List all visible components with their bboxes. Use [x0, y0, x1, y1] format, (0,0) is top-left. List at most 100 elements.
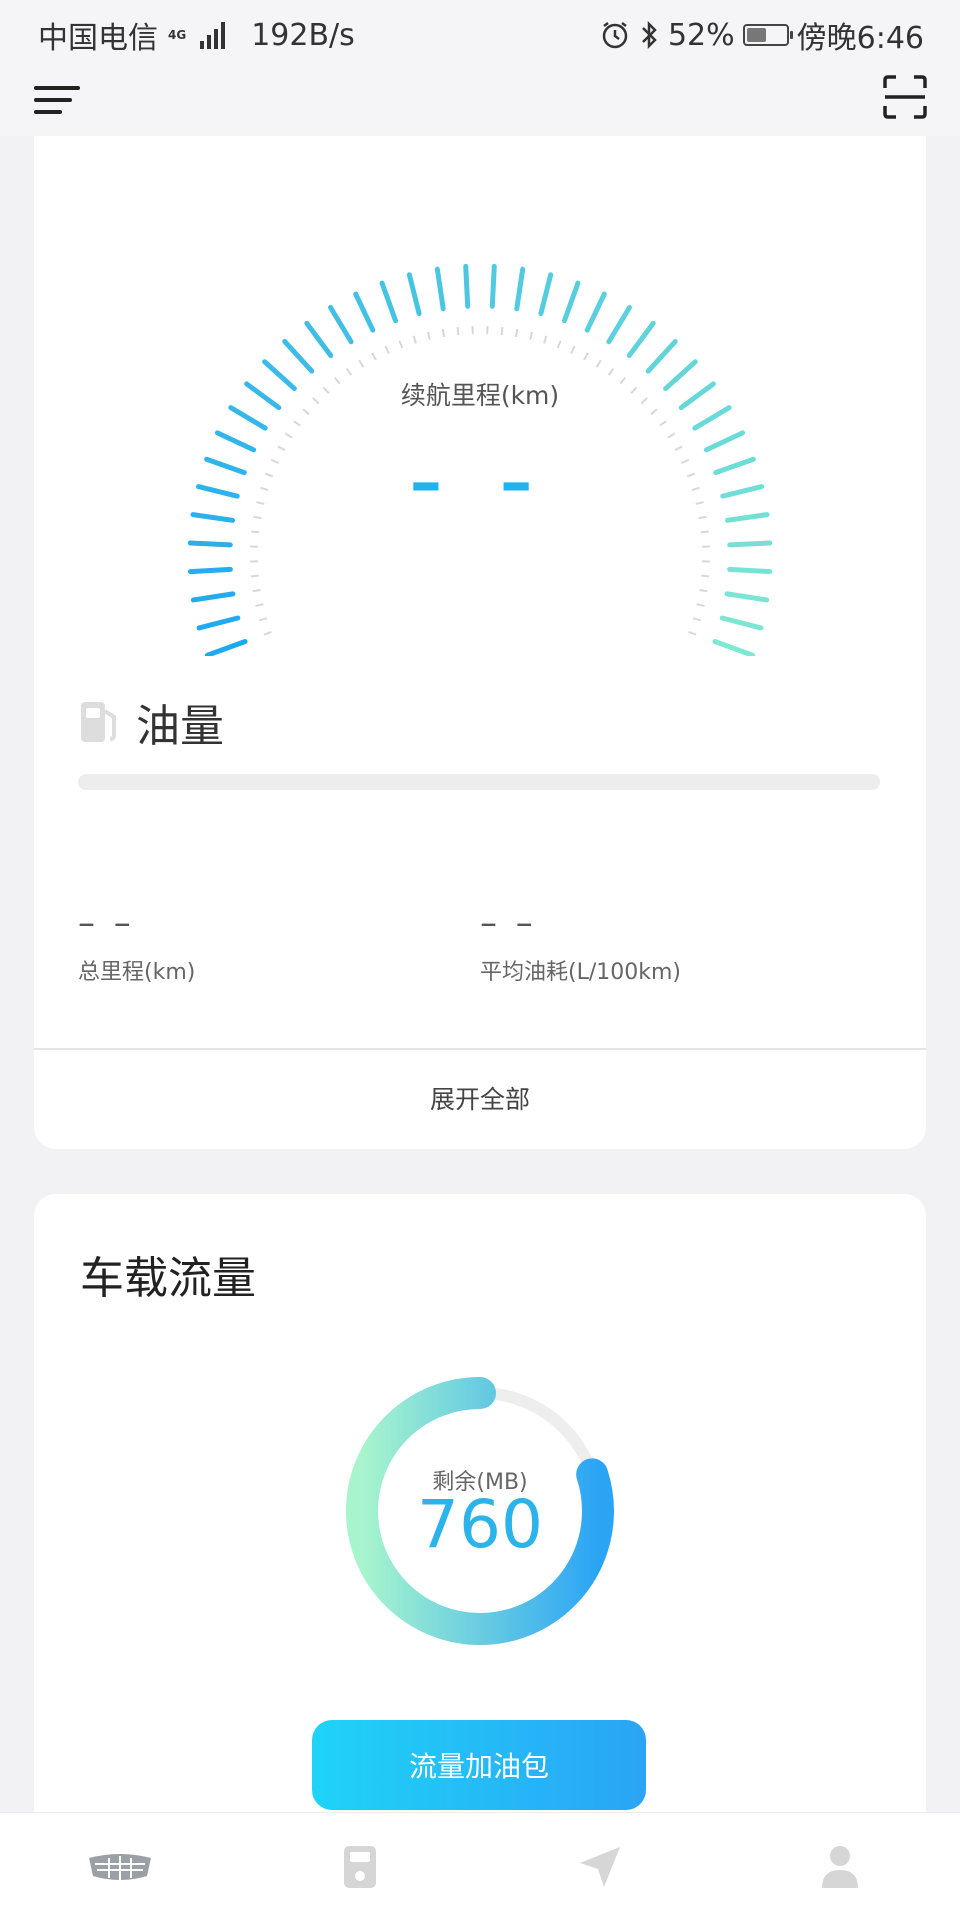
remaining-value: 760 — [34, 1486, 926, 1563]
data-traffic-title: 车载流量 — [80, 1242, 256, 1306]
menu-icon[interactable] — [34, 80, 82, 120]
range-label: 续航里程(km) — [34, 376, 926, 412]
gauge-minor-tick — [251, 576, 259, 577]
battery-icon — [743, 24, 789, 46]
avg-fuel-consumption: – – 平均油耗(L/100km) — [480, 906, 681, 986]
gauge-tick — [730, 543, 770, 545]
avg-fuel-value: – – — [480, 906, 681, 940]
gauge-tick — [382, 283, 396, 321]
gauge-minor-tick — [693, 618, 701, 620]
gauge-tick — [564, 283, 578, 321]
bottom-nav — [0, 1812, 960, 1921]
gauge-tick — [190, 543, 230, 545]
gauge-tick — [409, 275, 419, 314]
gauge-minor-tick — [251, 532, 259, 533]
gauge-minor-tick — [609, 369, 614, 376]
scan-icon[interactable] — [882, 74, 928, 120]
status-bar: 中国电信 4G 192B/s 52% 傍晚6:46 — [0, 0, 960, 66]
avg-fuel-label: 平均油耗(L/100km) — [480, 954, 681, 986]
gauge-minor-tick — [294, 421, 300, 426]
total-mileage-value: – – — [78, 906, 195, 940]
fuel-pump-icon — [78, 699, 122, 745]
gauge-minor-tick — [571, 346, 574, 353]
nav-fuel[interactable] — [240, 1813, 480, 1921]
gauge-minor-tick — [253, 590, 261, 591]
gauge-tick — [609, 307, 630, 341]
gauge-tick — [730, 569, 770, 571]
carrier-name: 中国电信 — [38, 13, 158, 57]
gauge-tick — [629, 323, 653, 355]
navigation-icon — [578, 1845, 622, 1889]
gauge-minor-tick — [697, 604, 705, 606]
data-traffic-card: 车载流量 剩余(MB) 760 流量加油包 — [34, 1194, 926, 1844]
gauge-minor-tick — [530, 332, 532, 340]
vehicle-status-card: 续航里程(km) – – 油量 – – 总里程(km) – – 平均油耗(L/1… — [34, 136, 926, 1149]
profile-icon — [820, 1844, 860, 1890]
gauge-minor-tick — [428, 332, 430, 340]
gauge-minor-tick — [699, 590, 707, 591]
gauge-minor-tick — [701, 532, 709, 533]
gauge-minor-tick — [264, 632, 272, 635]
gauge-tick — [193, 594, 233, 600]
bluetooth-icon — [638, 20, 660, 50]
fuel-title: 油量 — [136, 690, 224, 754]
gauge-tick — [331, 307, 352, 341]
gauge-tick — [190, 569, 230, 571]
gauge-minor-tick — [259, 618, 267, 620]
network-speed: 192B/s — [251, 18, 355, 53]
network-type: 4G — [168, 29, 186, 41]
battery-percent: 52% — [668, 18, 735, 53]
nav-navigation[interactable] — [480, 1813, 720, 1921]
alarm-icon — [600, 20, 630, 50]
gauge-minor-tick — [386, 346, 389, 353]
gauge-minor-tick — [414, 336, 416, 344]
gauge-tick — [437, 269, 443, 309]
gauge-minor-tick — [372, 353, 376, 360]
gauge-minor-tick — [544, 336, 546, 344]
data-package-button[interactable]: 流量加油包 — [312, 1720, 646, 1810]
gauge-minor-tick — [516, 329, 517, 337]
fuel-header: 油量 — [78, 690, 224, 754]
fuel-station-icon — [342, 1844, 378, 1890]
gauge-minor-tick — [443, 329, 444, 337]
gauge-tick — [207, 642, 245, 656]
gauge-minor-tick — [689, 632, 697, 635]
total-mileage: – – 总里程(km) — [78, 906, 195, 986]
gauge-minor-tick — [502, 327, 503, 335]
gauge-minor-tick — [399, 341, 402, 348]
top-bar — [0, 66, 960, 136]
gauge-tick — [587, 294, 604, 330]
nav-profile[interactable] — [720, 1813, 960, 1921]
clock: 傍晚6:46 — [797, 13, 924, 57]
fuel-level-bar — [78, 774, 880, 790]
gauge-tick — [199, 618, 238, 628]
gauge-tick — [356, 294, 373, 330]
gauge-tick — [727, 594, 767, 600]
signal-icon — [200, 21, 225, 49]
nav-home[interactable] — [0, 1813, 240, 1921]
gauge-minor-tick — [584, 353, 588, 360]
gauge-tick — [648, 342, 675, 372]
gauge-tick — [307, 323, 331, 355]
expand-all-button[interactable]: 展开全部 — [34, 1050, 926, 1149]
gauge-minor-tick — [597, 360, 601, 367]
gauge-minor-tick — [458, 327, 459, 335]
gauge-minor-tick — [558, 341, 561, 348]
gauge-tick — [492, 266, 494, 306]
gauge-minor-tick — [668, 433, 675, 437]
gauge-tick — [722, 618, 761, 628]
gauge-minor-tick — [660, 421, 666, 426]
gauge-tick — [517, 269, 523, 309]
gauge-tick — [466, 266, 468, 306]
gauge-tick — [285, 342, 312, 372]
car-brand-icon — [87, 1852, 153, 1882]
range-value: – – — [34, 446, 926, 520]
gauge-tick — [715, 642, 753, 656]
gauge-minor-tick — [255, 604, 263, 606]
gauge-minor-tick — [285, 433, 292, 437]
gauge-minor-tick — [359, 360, 363, 367]
total-mileage-label: 总里程(km) — [78, 954, 195, 986]
gauge-minor-tick — [347, 369, 352, 376]
gauge-tick — [541, 275, 551, 314]
gauge-minor-tick — [701, 576, 709, 577]
